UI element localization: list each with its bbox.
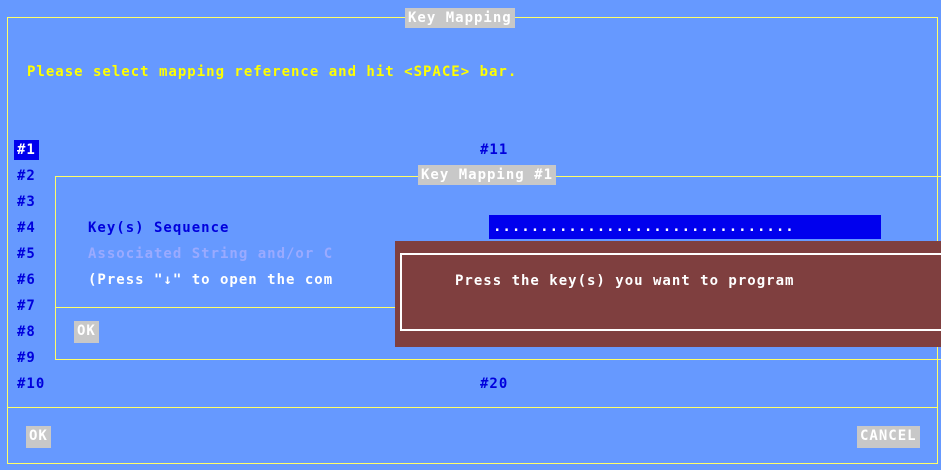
ref-item-7[interactable]: #7	[17, 296, 36, 316]
ref-item-8[interactable]: #8	[17, 322, 36, 342]
instruction-text: Please select mapping reference and hit …	[27, 64, 518, 80]
ref-item-5[interactable]: #5	[17, 244, 36, 264]
hint-text: (Press "↓" to open the com	[88, 272, 334, 288]
key-sequence-field[interactable]: ................................	[489, 215, 881, 239]
prompt-popup-frame	[400, 253, 941, 331]
ref-item-3[interactable]: #3	[17, 192, 36, 212]
ref-item-2[interactable]: #2	[17, 166, 36, 186]
ref-item-6[interactable]: #6	[17, 270, 36, 290]
window-title: Key Mapping	[405, 8, 515, 28]
ref-item-20[interactable]: #20	[480, 374, 508, 394]
ref-item-9[interactable]: #9	[17, 348, 36, 368]
key-sequence-label: Key(s) Sequence	[88, 220, 230, 236]
associated-string-label: Associated String and/or C	[88, 246, 334, 262]
prompt-message: Press the key(s) you want to program	[455, 273, 795, 289]
ref-item-1[interactable]: #1	[14, 140, 39, 160]
ref-item-10[interactable]: #10	[17, 374, 45, 394]
dialog-ok-button[interactable]: OK	[74, 321, 99, 343]
dialog-title: Key Mapping #1	[418, 165, 557, 185]
ref-item-11[interactable]: #11	[480, 140, 508, 160]
cancel-button[interactable]: CANCEL	[857, 426, 920, 448]
footer-divider	[7, 407, 938, 408]
ref-item-4[interactable]: #4	[17, 218, 36, 238]
ok-button[interactable]: OK	[26, 426, 51, 448]
